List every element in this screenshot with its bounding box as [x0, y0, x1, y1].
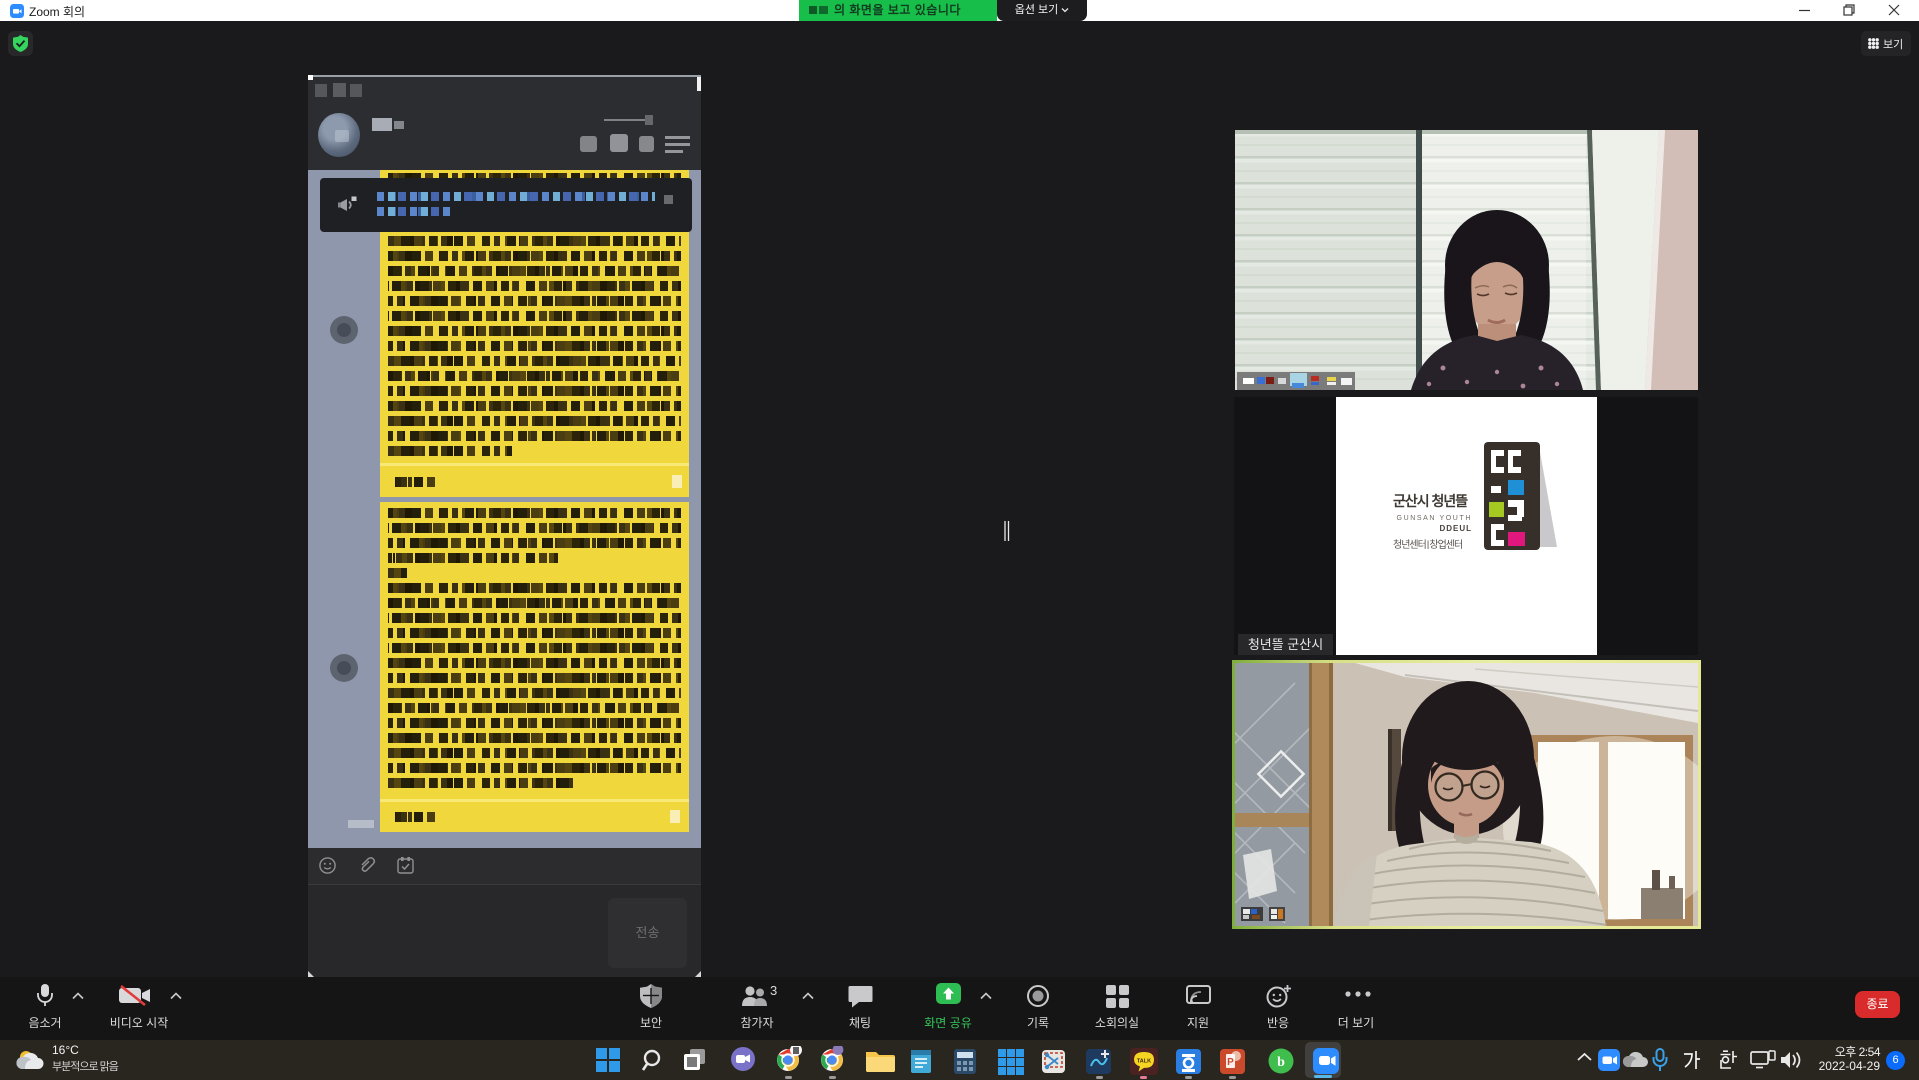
svg-text:TALK: TALK — [1137, 1059, 1151, 1065]
svg-text:b: b — [1277, 1055, 1285, 1070]
svg-text:P: P — [1227, 1057, 1234, 1068]
